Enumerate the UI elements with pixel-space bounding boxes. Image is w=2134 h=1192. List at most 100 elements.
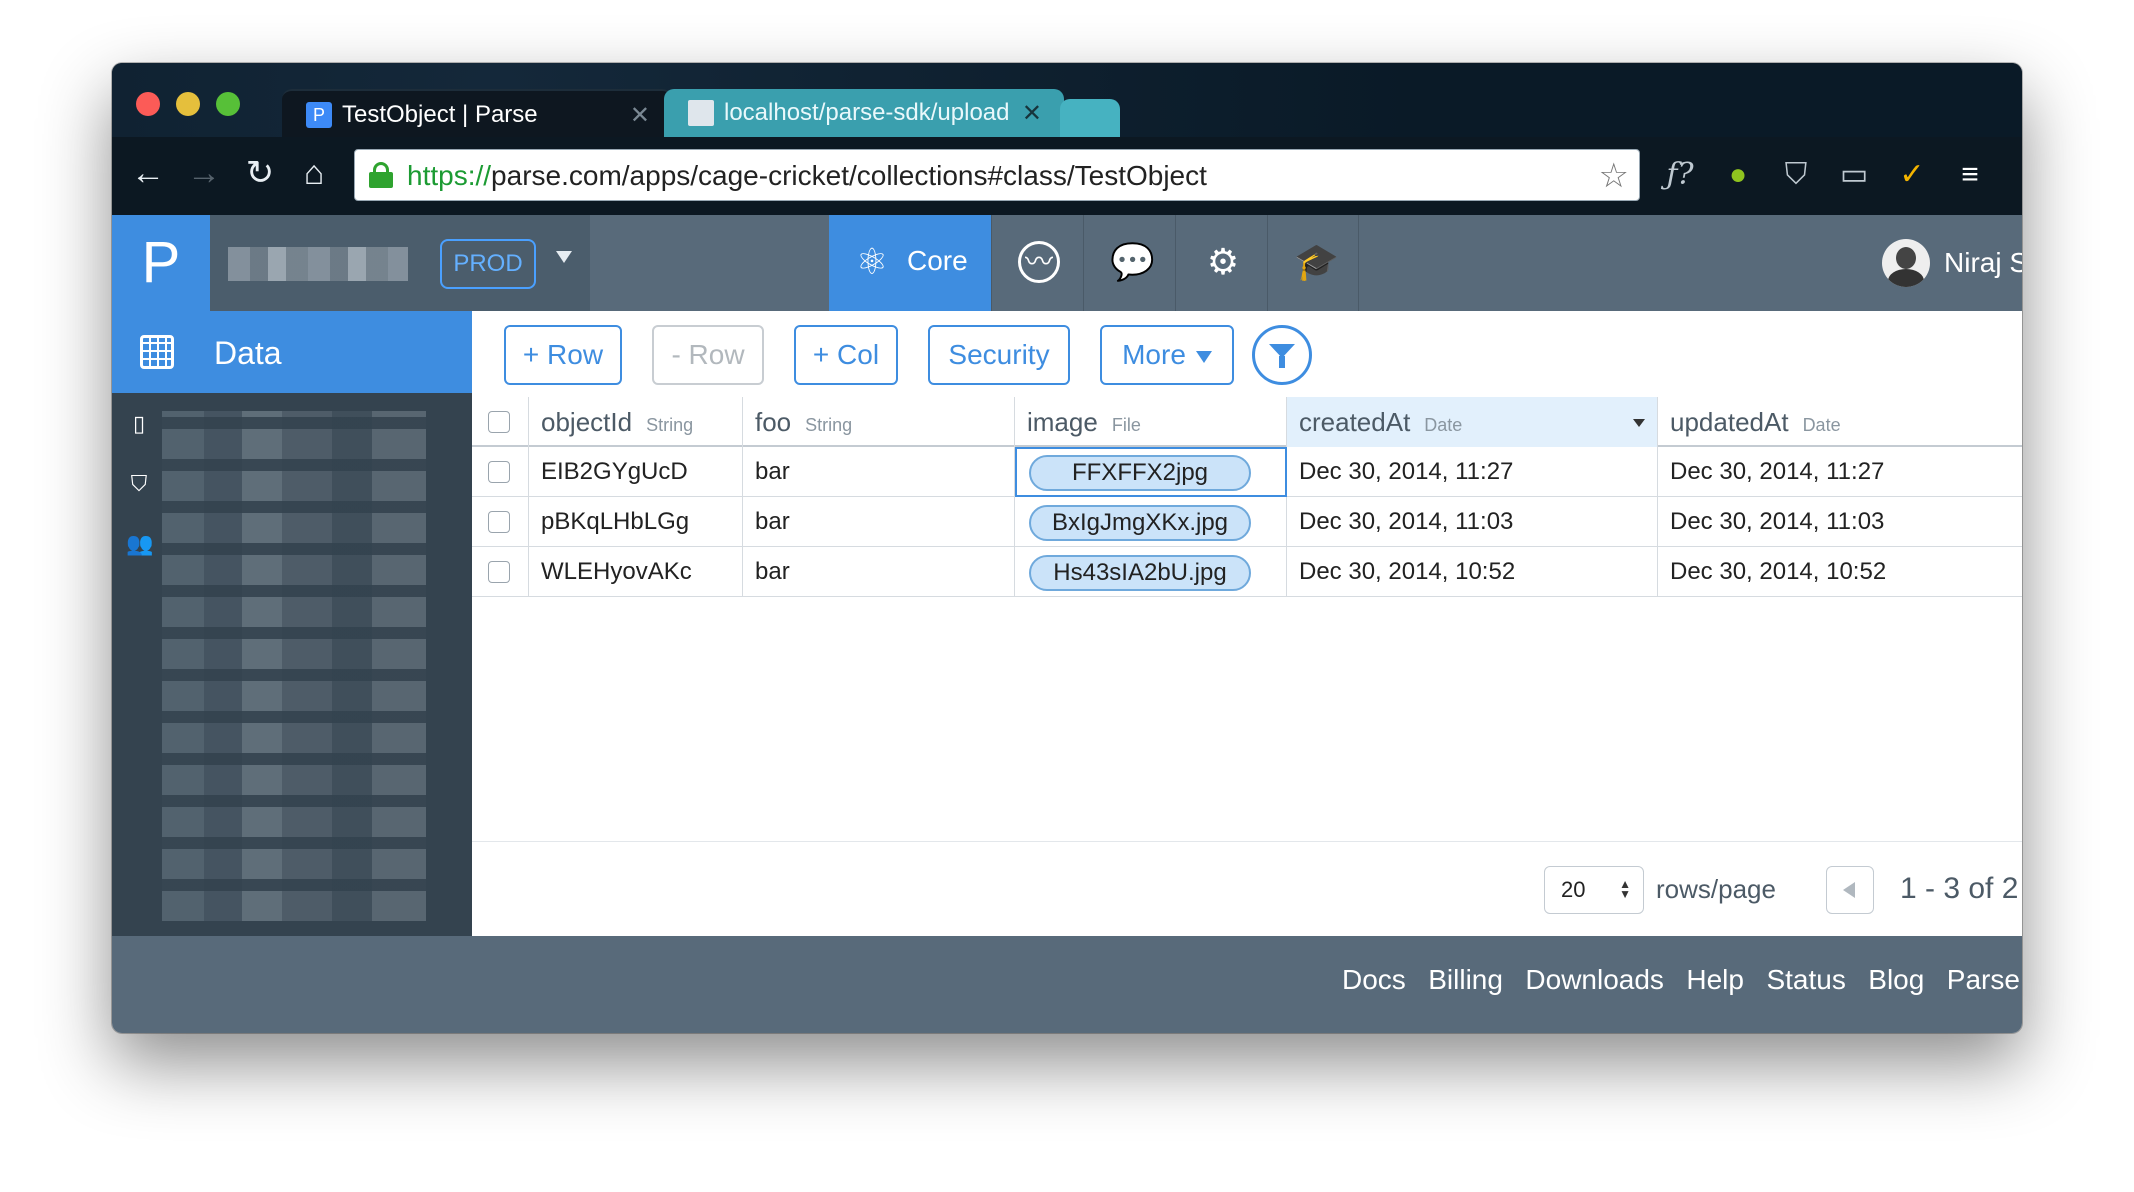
- class-list-redacted: [162, 411, 426, 921]
- nav-push[interactable]: 💬: [1083, 215, 1175, 311]
- sort-caret-icon[interactable]: [1633, 419, 1645, 427]
- cell-foo[interactable]: bar: [743, 547, 1015, 597]
- pulse-icon: 〰: [1018, 241, 1060, 283]
- cell-objectid[interactable]: EIB2GYgUcD: [529, 447, 743, 497]
- cell-objectid[interactable]: WLEHyovAKc: [529, 547, 743, 597]
- gear-icon: ⚙: [1206, 241, 1240, 282]
- row-checkbox[interactable]: [488, 561, 510, 583]
- nav-core-label: Core: [907, 245, 968, 276]
- rows-per-page-select[interactable]: 20 ▲ ▼: [1544, 866, 1644, 914]
- footer-link-parse[interactable]: Parse.com: [1947, 964, 2022, 995]
- cell-image[interactable]: BxIgJmgXKx.jpg: [1015, 497, 1287, 547]
- grid-icon: [140, 335, 174, 369]
- users-icon[interactable]: 👥: [126, 531, 153, 557]
- stepper-arrows-icon: ▲ ▼: [1619, 877, 1631, 901]
- site-footer: Docs Billing Downloads Help Status Blog …: [112, 936, 2022, 1033]
- file-pill[interactable]: FFXFFX2jpg: [1029, 455, 1251, 491]
- row-checkbox[interactable]: [488, 461, 510, 483]
- column-header-image[interactable]: image File: [1015, 397, 1287, 447]
- shield-icon[interactable]: ⛉: [126, 471, 152, 497]
- cell-objectid[interactable]: pBKqLHbLGg: [529, 497, 743, 547]
- cell-createdat[interactable]: Dec 30, 2014, 11:03: [1287, 497, 1658, 547]
- cell-createdat[interactable]: Dec 30, 2014, 11:27: [1287, 447, 1658, 497]
- cell-image[interactable]: Hs43sIA2bU.jpg: [1015, 547, 1287, 597]
- footer-link-docs[interactable]: Docs: [1342, 964, 1406, 995]
- sidebar-item-data[interactable]: Data: [112, 311, 472, 393]
- filter-button[interactable]: [1252, 325, 1312, 385]
- cell-createdat[interactable]: Dec 30, 2014, 10:52: [1287, 547, 1658, 597]
- table-row[interactable]: pBKqLHbLGg bar BxIgJmgXKx.jpg Dec 30, 20…: [472, 497, 2022, 547]
- parse-logo[interactable]: P: [112, 215, 210, 311]
- nav-analytics[interactable]: 〰: [991, 215, 1083, 311]
- nav-settings[interactable]: ⚙: [1175, 215, 1267, 311]
- nav-docs[interactable]: 🎓: [1267, 215, 1359, 311]
- footer-link-blog[interactable]: Blog: [1868, 964, 1924, 995]
- home-icon[interactable]: ⌂: [292, 151, 336, 195]
- table-row[interactable]: EIB2GYgUcD bar FFXFFX2jpg Dec 30, 2014, …: [472, 447, 2022, 497]
- footer-link-status[interactable]: Status: [1766, 964, 1845, 995]
- data-browser: + Row - Row + Col Security More objectId…: [472, 311, 2022, 936]
- file-pill[interactable]: Hs43sIA2bU.jpg: [1029, 555, 1251, 591]
- file-pill[interactable]: BxIgJmgXKx.jpg: [1029, 505, 1251, 541]
- menu-icon[interactable]: ≡: [1948, 155, 1992, 195]
- close-tab-icon[interactable]: ✕: [630, 101, 650, 130]
- previous-page-button[interactable]: [1826, 866, 1874, 914]
- reload-icon[interactable]: ↻: [238, 151, 282, 195]
- column-header-createdat[interactable]: createdAt Date: [1287, 397, 1658, 447]
- select-all-cell: [472, 397, 529, 447]
- new-tab-button[interactable]: [1060, 99, 1120, 137]
- footer-link-help[interactable]: Help: [1686, 964, 1744, 995]
- column-header-objectid[interactable]: objectId String: [529, 397, 743, 447]
- mobile-device-icon[interactable]: ▯: [126, 411, 152, 437]
- pagination-range: 1 - 3 of 2 rows: [1900, 872, 2022, 905]
- checkmark-extension-icon[interactable]: ✓: [1890, 155, 1934, 195]
- close-tab-icon[interactable]: ✕: [1022, 99, 1042, 128]
- remove-row-button[interactable]: - Row: [652, 325, 764, 385]
- android-extension-icon[interactable]: ●: [1716, 155, 1760, 195]
- footer-link-billing[interactable]: Billing: [1428, 964, 1503, 995]
- address-bar[interactable]: https://parse.com/apps/cage-cricket/coll…: [354, 149, 1640, 201]
- tab-title: localhost/parse-sdk/upload: [724, 99, 1009, 126]
- cast-icon[interactable]: ▭: [1832, 155, 1876, 195]
- parse-favicon-icon: P: [306, 102, 332, 128]
- forward-arrow-icon[interactable]: →: [182, 151, 226, 195]
- more-label: More: [1122, 339, 1186, 370]
- cell-updatedat[interactable]: Dec 30, 2014, 11:03: [1658, 497, 2022, 547]
- close-window-button[interactable]: [136, 92, 160, 116]
- app-selector[interactable]: PROD: [210, 215, 590, 311]
- table-row[interactable]: WLEHyovAKc bar Hs43sIA2bU.jpg Dec 30, 20…: [472, 547, 2022, 597]
- add-row-button[interactable]: + Row: [504, 325, 622, 385]
- app-name-redacted: [228, 247, 408, 281]
- more-button[interactable]: More: [1100, 325, 1234, 385]
- column-header-updatedat[interactable]: updatedAt Date: [1658, 397, 2022, 447]
- back-arrow-icon[interactable]: ←: [126, 151, 170, 195]
- tab-title: TestObject | Parse: [342, 101, 538, 128]
- add-column-button[interactable]: + Col: [794, 325, 898, 385]
- cell-updatedat[interactable]: Dec 30, 2014, 11:27: [1658, 447, 2022, 497]
- shield-extension-icon[interactable]: ⛉: [1774, 155, 1818, 195]
- chevron-down-icon[interactable]: [556, 251, 572, 263]
- graduation-cap-icon: 🎓: [1294, 241, 1339, 282]
- cell-foo[interactable]: bar: [743, 497, 1015, 547]
- security-button[interactable]: Security: [928, 325, 1070, 385]
- nav-core[interactable]: ⚛ Core: [829, 215, 991, 311]
- column-header-foo[interactable]: foo String: [743, 397, 1015, 447]
- avatar[interactable]: [1882, 239, 1930, 287]
- maximize-window-button[interactable]: [216, 92, 240, 116]
- select-all-checkbox[interactable]: [488, 411, 510, 433]
- cell-foo[interactable]: bar: [743, 447, 1015, 497]
- minimize-window-button[interactable]: [176, 92, 200, 116]
- caret-down-icon: [1195, 350, 1212, 363]
- fontface-extension-icon[interactable]: ƒ?: [1658, 155, 1702, 195]
- url-text: https://parse.com/apps/cage-cricket/coll…: [407, 160, 1207, 191]
- browser-tab-active[interactable]: P TestObject | Parse ✕: [282, 89, 672, 137]
- cell-updatedat[interactable]: Dec 30, 2014, 10:52: [1658, 547, 2022, 597]
- sidebar: Data ▯ ⛉ 👥: [112, 311, 472, 936]
- browser-tab[interactable]: localhost/parse-sdk/upload ✕: [664, 89, 1064, 137]
- tab-strip: P TestObject | Parse ✕ localhost/parse-s…: [112, 63, 2022, 137]
- row-checkbox[interactable]: [488, 511, 510, 533]
- cell-image[interactable]: FFXFFX2jpg: [1015, 447, 1287, 497]
- footer-link-downloads[interactable]: Downloads: [1525, 964, 1664, 995]
- bookmark-star-icon[interactable]: ☆: [1599, 156, 1629, 196]
- user-name[interactable]: Niraj S: [1944, 247, 2022, 279]
